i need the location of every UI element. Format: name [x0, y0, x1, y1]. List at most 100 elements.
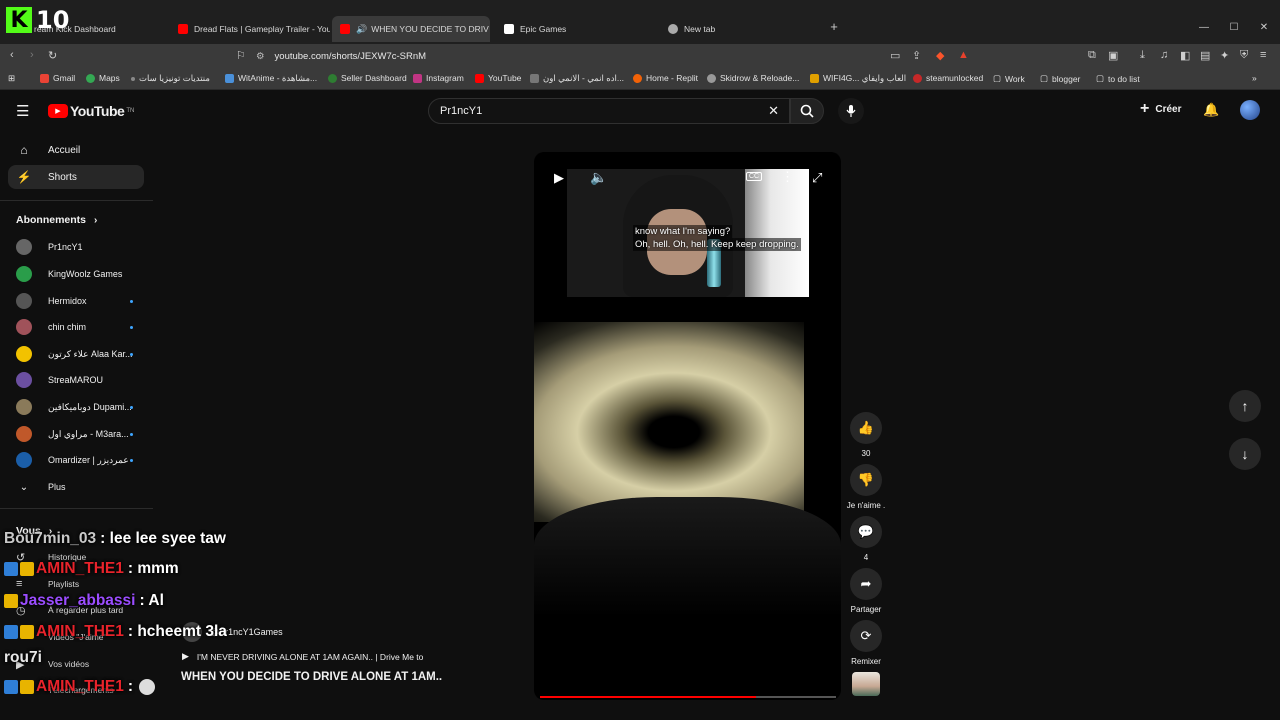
bookmark-youtube[interactable]: YouTube — [475, 73, 521, 83]
subtitle-line: Oh, hell. Oh, hell. Keep keep dropping. — [633, 238, 801, 251]
bookmark-icon[interactable]: ⚐ — [236, 49, 246, 62]
bookmark-maps[interactable]: Maps — [86, 73, 120, 83]
comments-button[interactable]: 💬 — [850, 516, 882, 548]
fullscreen-icon[interactable]: ⤢ — [812, 170, 822, 186]
back-icon[interactable]: ‹ — [10, 49, 14, 61]
download-icon[interactable]: ⤓ — [1140, 49, 1145, 62]
bookmark-folder-work[interactable]: ▢ Work — [993, 73, 1025, 84]
tab-active-short[interactable]: 🔊 WHEN YOU DECIDE TO DRIV ✕ — [332, 16, 490, 42]
bookmark-label: Work — [1005, 73, 1025, 84]
more-vert-icon[interactable]: ⋮ — [781, 169, 794, 185]
sidebar-item-shorts[interactable]: ⚡ Shorts — [8, 165, 144, 189]
arrow-up-icon: ↑ — [1241, 398, 1249, 414]
arrow-down-icon: ↓ — [1241, 446, 1249, 462]
crown-badge-icon — [4, 594, 18, 608]
like-button[interactable]: 👍 — [850, 412, 882, 444]
captions-button[interactable]: CC — [746, 172, 763, 181]
bookmark-animes[interactable]: اده انمي - الانمي اون... — [530, 73, 624, 84]
remix-button[interactable]: ⟳ — [850, 620, 882, 652]
crown-badge-icon — [20, 625, 34, 639]
vpn-icon[interactable]: ⛨ — [1240, 49, 1248, 62]
youtube-logo[interactable]: ▶ YouTube TN — [48, 103, 134, 119]
avatar — [16, 372, 32, 388]
sidebar-item-home[interactable]: ⌂ Accueil — [8, 138, 144, 162]
sidebar-item-m3ara[interactable]: مراوي اول - M3ara... — [8, 423, 144, 445]
sidebar-item-chin-chim[interactable]: chin chim — [8, 316, 144, 338]
extensions-icon[interactable]: ⧉ — [1088, 49, 1096, 62]
hamburger-menu-icon[interactable]: ☰ — [16, 102, 29, 120]
bookmark-tunisiasat[interactable]: منتديات تونيزيا سات — [131, 73, 210, 84]
menu-icon[interactable]: ≡ — [1260, 49, 1266, 61]
folder-icon: ▢ — [1040, 73, 1049, 83]
play-icon[interactable]: ▶ — [554, 170, 564, 186]
sidebar-item-alaa-kartoon[interactable]: علاء كرتون Alaa Kar... — [8, 343, 144, 365]
channel-name: KingWoolz Games — [48, 269, 123, 279]
bookmark-wifi4games[interactable]: WIFI4G... العاب وايفاي — [810, 73, 906, 84]
notifications-bell-icon[interactable]: 🔔 — [1203, 102, 1219, 118]
clear-search-icon[interactable]: ✕ — [768, 103, 779, 119]
search-input[interactable]: Pr1ncY1 ✕ — [428, 98, 790, 124]
sidebar-item-more[interactable]: ⌄ Plus — [8, 476, 144, 498]
bookmark-gmail[interactable]: Gmail — [40, 73, 75, 83]
tab-new-tab[interactable]: New tab — [660, 16, 820, 42]
cast-icon[interactable]: ▭ — [890, 49, 900, 62]
home-icon: ⌂ — [20, 143, 28, 157]
chat-message: Jasser_abbassi : Al — [4, 592, 164, 610]
bookmark-seller-dashboard[interactable]: Seller Dashboard — [328, 73, 407, 83]
sidebar-item-kingwoolz[interactable]: KingWoolz Games — [8, 263, 144, 285]
sidebar-item-streamarou[interactable]: StreaMAROU — [8, 369, 144, 391]
bookmark-folder-blogger[interactable]: ▢ blogger — [1040, 73, 1080, 84]
voice-search-button[interactable] — [838, 98, 864, 124]
panel-icon[interactable]: ◧ — [1180, 49, 1190, 62]
bookmark-label: YouTube — [488, 73, 522, 83]
site-info-icon[interactable]: ⚙ — [256, 51, 265, 62]
sidebar-item-pr1ncy1[interactable]: Pr1ncY1 — [8, 236, 144, 258]
sidebar-item-hermidox[interactable]: Hermidox — [8, 290, 144, 312]
maximize-button[interactable]: ☐ — [1224, 22, 1244, 33]
brave-shield-icon[interactable]: ◆ — [936, 49, 944, 62]
minimize-button[interactable]: — — [1194, 22, 1214, 33]
share-button[interactable]: ➦ — [850, 568, 882, 600]
close-tab-icon[interactable]: ✕ — [489, 24, 490, 35]
bookmark-skidrow[interactable]: Skidrow & Reloade... — [707, 73, 799, 83]
address-bar: ‹ › ↻ ⚐ ⚙ youtube.com/shorts/JEXW7c-SRnM… — [0, 44, 1280, 68]
shorts-player[interactable]: know what I'm saying? Oh, hell. Oh, hell… — [534, 152, 841, 700]
create-button[interactable]: + Créer — [1140, 101, 1181, 117]
next-short-button[interactable]: ↓ — [1229, 438, 1261, 470]
more-bookmarks-icon[interactable]: » — [1252, 73, 1257, 83]
wallet-icon[interactable]: ▤ — [1200, 49, 1210, 62]
volume-icon[interactable]: 🔈 — [590, 169, 607, 186]
bookmark-replit[interactable]: Home - Replit — [633, 73, 698, 83]
share-icon[interactable]: ⇪ — [912, 49, 921, 62]
avatar — [16, 319, 32, 335]
subscriptions-header[interactable]: Abonnements › — [16, 214, 97, 226]
dislike-button[interactable]: 👎 — [850, 464, 882, 496]
reload-icon[interactable]: ↻ — [48, 49, 57, 62]
url-field[interactable]: ⚙ youtube.com/shorts/JEXW7c-SRnM — [256, 46, 980, 66]
forward-icon[interactable]: › — [30, 49, 34, 61]
progress-bar[interactable] — [540, 696, 836, 698]
leo-ai-icon[interactable]: ✦ — [1220, 49, 1229, 62]
new-content-dot — [130, 299, 133, 303]
search-button[interactable] — [790, 98, 824, 124]
sidebar-item-dupamicaffeine[interactable]: دوباميكافين Dupami... — [8, 396, 144, 418]
bookmark-witanime[interactable]: WitAnime - مشاهدة... — [225, 73, 317, 84]
playlist-icon[interactable]: ♫ — [1160, 49, 1168, 61]
tab-dread-flats[interactable]: Dread Flats | Gameplay Trailer - YouT — [170, 16, 330, 42]
previous-short-button[interactable]: ↑ — [1229, 390, 1261, 422]
new-tab-button[interactable]: + — [824, 19, 844, 34]
sidebar-icon[interactable]: ▣ — [1108, 49, 1118, 62]
comment-count: 4 — [863, 553, 869, 562]
bookmark-steamunlocked[interactable]: steamunlocked — [913, 73, 983, 83]
tab-epic-games[interactable]: Epic Games — [496, 16, 656, 42]
close-window-button[interactable]: ✕ — [1254, 22, 1274, 33]
brave-rewards-icon[interactable]: ▲ — [958, 49, 969, 61]
bookmark-label: اده انمي - الانمي اون... — [543, 73, 624, 83]
avatar[interactable] — [1240, 100, 1260, 120]
apps-icon[interactable]: ⊞ — [8, 73, 15, 84]
bookmark-label: steamunlocked — [926, 73, 984, 83]
bookmark-folder-todo[interactable]: ▢ to do list — [1096, 73, 1140, 84]
sound-thumbnail[interactable] — [852, 672, 880, 696]
sidebar-item-omardizer[interactable]: Omardizer | عمرديزر — [8, 449, 144, 471]
bookmark-instagram[interactable]: Instagram — [413, 73, 464, 83]
